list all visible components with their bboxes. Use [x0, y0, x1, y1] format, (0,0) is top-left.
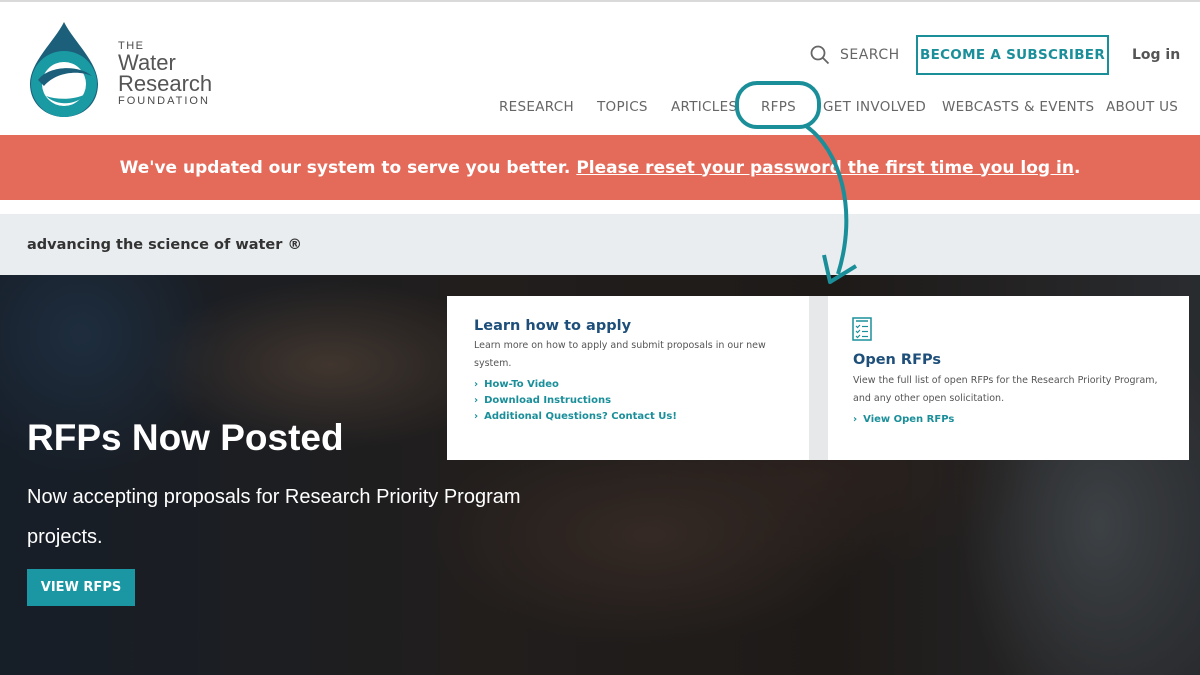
logo-text: THE Water Research FOUNDATION [118, 40, 212, 108]
apply-card: Learn how to apply Learn more on how to … [447, 296, 809, 460]
main-nav: RESEARCH TOPICS ARTICLES RFPS GET INVOLV… [0, 99, 1200, 119]
logo-water: Water [118, 50, 176, 75]
view-open-rfps-link[interactable]: › View Open RFPs [853, 414, 1173, 425]
apply-card-title: Learn how to apply [474, 318, 632, 334]
become-subscriber-button[interactable]: BECOME A SUBSCRIBER [916, 35, 1109, 75]
how-to-video-link[interactable]: › How-To Video [474, 379, 794, 390]
logo-research: Research [118, 71, 213, 96]
alert-banner: We've updated our system to serve you be… [0, 135, 1200, 200]
open-rfps-title: Open RFPs [853, 352, 941, 368]
search-label: SEARCH [840, 47, 900, 63]
download-instructions-link[interactable]: › Download Instructions [474, 395, 794, 406]
hero-subtitle: Now accepting proposals for Research Pri… [27, 486, 521, 548]
alert-end: . [1073, 157, 1081, 178]
contact-us-label: Additional Questions? Contact Us! [484, 411, 677, 422]
search-link[interactable]: SEARCH [810, 45, 900, 65]
nav-item-get-involved[interactable]: GET INVOLVED [823, 99, 926, 115]
chevron-right-icon: › [474, 379, 479, 390]
search-icon [810, 45, 830, 65]
contact-us-link[interactable]: › Additional Questions? Contact Us! [474, 411, 794, 422]
nav-item-rfps[interactable]: RFPS [761, 99, 796, 115]
login-link[interactable]: Log in [1132, 47, 1180, 63]
tagline-bar: advancing the science of water ® [0, 214, 1200, 275]
chevron-right-icon: › [474, 395, 479, 406]
nav-item-topics[interactable]: TOPICS [597, 99, 648, 115]
site-header: THE Water Research FOUNDATION SEARCH BEC… [0, 0, 1200, 135]
nav-item-research[interactable]: RESEARCH [499, 99, 574, 115]
apply-card-desc: Learn more on how to apply and submit pr… [474, 340, 766, 369]
nav-item-articles[interactable]: ARTICLES [671, 99, 737, 115]
document-list-icon [852, 317, 872, 341]
open-rfps-desc: View the full list of open RFPs for the … [853, 375, 1158, 404]
reset-password-link[interactable]: Please reset your password the first tim… [576, 158, 1074, 178]
chevron-right-icon: › [474, 411, 479, 422]
tagline: advancing the science of water ® [27, 237, 302, 253]
view-open-rfps-label: View Open RFPs [863, 414, 955, 425]
view-rfps-button[interactable]: VIEW RFPS [27, 569, 135, 606]
card-divider [809, 296, 828, 460]
how-to-video-label: How-To Video [484, 379, 559, 390]
nav-item-webcasts-events[interactable]: WEBCASTS & EVENTS [942, 99, 1094, 115]
download-instructions-label: Download Instructions [484, 395, 612, 406]
hero-title: RFPs Now Posted [27, 417, 344, 458]
nav-item-about-us[interactable]: ABOUT US [1106, 99, 1178, 115]
alert-text: We've updated our system to serve you be… [119, 157, 571, 178]
chevron-right-icon: › [853, 414, 858, 425]
open-rfps-card: Open RFPs View the full list of open RFP… [828, 296, 1189, 460]
